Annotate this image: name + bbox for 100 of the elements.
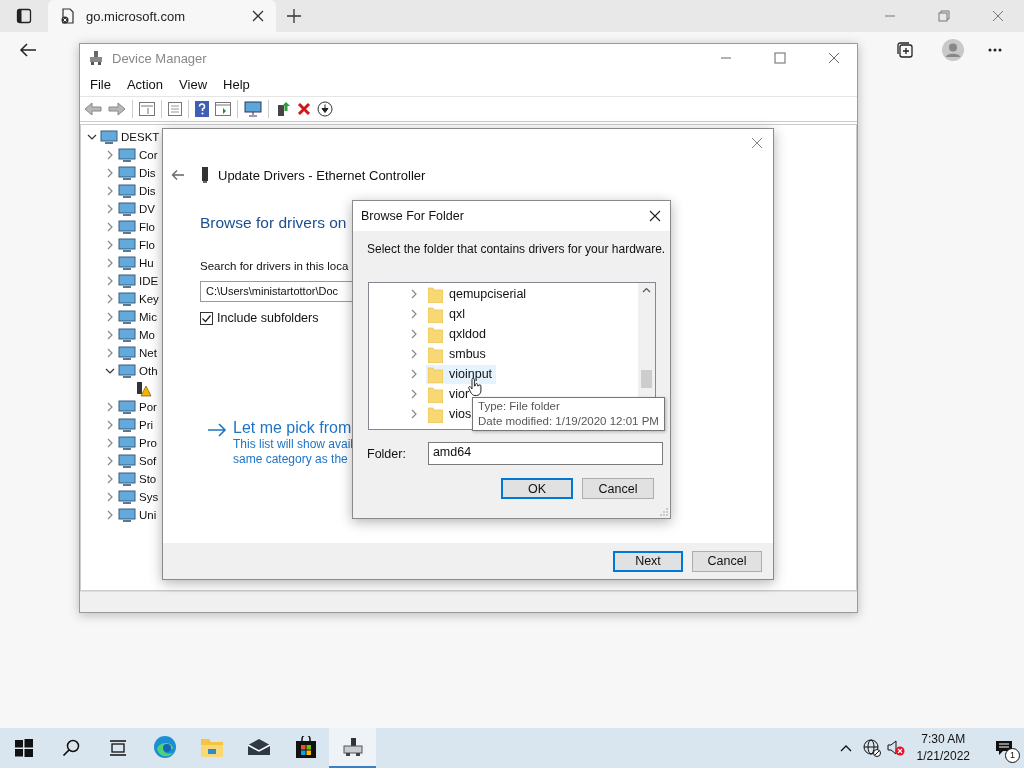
browser-tab[interactable]: go.microsoft.com — [48, 0, 276, 32]
expand-chevron-icon[interactable] — [105, 312, 115, 322]
tree-item[interactable]: Flo — [139, 221, 155, 233]
tree-item[interactable]: IDE — [139, 275, 159, 287]
cancel-button[interactable]: Cancel — [582, 478, 654, 499]
expand-chevron-icon[interactable] — [105, 222, 115, 232]
device-icon — [118, 219, 136, 235]
expand-chevron-icon[interactable] — [105, 258, 115, 268]
profile-avatar-icon[interactable] — [942, 39, 964, 61]
list-icon[interactable] — [168, 102, 182, 116]
expand-chevron-icon[interactable] — [105, 204, 115, 214]
tree-item[interactable]: DESKT — [121, 131, 160, 143]
tree-item[interactable]: Sto — [139, 473, 157, 485]
next-button[interactable]: Next — [613, 550, 683, 572]
download-icon[interactable] — [317, 101, 333, 117]
folder-item[interactable]: qxldod — [426, 324, 490, 344]
taskbar-app[interactable] — [329, 728, 376, 768]
tree-item[interactable]: Sys — [139, 491, 159, 503]
expand-chevron-icon[interactable] — [105, 168, 115, 178]
update-driver-icon[interactable] — [275, 101, 291, 117]
task-view-icon[interactable] — [108, 740, 127, 756]
expand-chevron-icon[interactable] — [105, 402, 115, 412]
expand-chevron-icon[interactable] — [105, 348, 115, 358]
warning-device-icon — [136, 381, 152, 397]
expand-chevron-icon[interactable] — [105, 186, 115, 196]
expand-chevron-icon[interactable] — [105, 456, 115, 466]
tree-item[interactable]: DV — [139, 203, 155, 215]
tree-item[interactable]: Dis — [139, 185, 156, 197]
resize-grip-icon[interactable] — [660, 508, 668, 516]
tree-item[interactable]: Pro — [139, 437, 157, 449]
tree-item[interactable]: Mo — [139, 329, 155, 341]
dialog-title: Browse For Folder — [361, 209, 464, 223]
tree-item[interactable]: Uni — [139, 509, 157, 521]
folder-item[interactable]: qemupciserial — [426, 284, 531, 304]
collapse-chevron-icon[interactable] — [87, 132, 97, 142]
tree-item[interactable]: Por — [139, 401, 157, 413]
expand-chevron-icon[interactable] — [105, 420, 115, 430]
close-icon[interactable] — [649, 210, 661, 222]
expand-chevron-icon[interactable] — [105, 330, 115, 340]
globe-icon[interactable] — [862, 739, 881, 757]
expand-chevron-icon[interactable] — [105, 474, 115, 484]
monitor-icon[interactable] — [244, 101, 262, 117]
tree-item[interactable]: Pri — [139, 419, 154, 431]
back-arrow-icon[interactable] — [19, 42, 37, 58]
tree-item[interactable]: Flo — [139, 239, 155, 251]
delete-icon[interactable] — [297, 102, 311, 116]
maximize-icon[interactable] — [774, 52, 786, 64]
panel-icon[interactable] — [215, 102, 231, 116]
network-adapter-icon — [201, 167, 209, 183]
expand-chevron-icon[interactable] — [105, 240, 115, 250]
checkbox[interactable] — [200, 311, 213, 325]
chevron-up-icon[interactable] — [839, 744, 852, 752]
link[interactable]: Let me pick from — [233, 419, 354, 437]
windows-start-icon[interactable] — [14, 739, 33, 757]
muted-speaker-icon[interactable] — [886, 740, 905, 756]
tree-item[interactable]: Net — [139, 347, 157, 359]
arrow-right-icon[interactable] — [207, 423, 227, 437]
device-icon — [118, 471, 136, 487]
folder-item[interactable]: vioinput — [426, 364, 497, 384]
tab-actions-icon[interactable] — [16, 8, 32, 24]
help-icon[interactable] — [195, 101, 209, 117]
forward-arrow-icon[interactable] — [108, 102, 126, 116]
ok-button[interactable]: OK — [501, 478, 573, 499]
restore-icon[interactable] — [938, 10, 950, 22]
collections-icon[interactable] — [896, 41, 914, 59]
notification-button[interactable]: 1 — [984, 728, 1024, 768]
tree-item[interactable]: Hu — [139, 257, 154, 269]
tree-item[interactable]: Mic — [139, 311, 157, 323]
expand-chevron-icon[interactable] — [105, 492, 115, 502]
more-icon[interactable] — [988, 48, 1002, 52]
clock-time[interactable]: 7:30 AM — [921, 731, 966, 748]
expand-chevron-icon[interactable] — [105, 510, 115, 520]
folder-field[interactable]: amd64 — [427, 442, 663, 465]
folder-icon — [199, 736, 224, 758]
folder-item[interactable]: vios — [426, 404, 476, 424]
search-icon[interactable] — [61, 739, 80, 757]
scroll-up-icon[interactable] — [642, 287, 651, 293]
scroll-thumb[interactable] — [641, 370, 652, 388]
expand-chevron-icon[interactable] — [105, 438, 115, 448]
cancel-button[interactable]: Cancel — [692, 550, 762, 572]
menu-item[interactable]: Help — [215, 74, 258, 94]
menu-item[interactable]: File — [82, 74, 119, 94]
new-tab-icon[interactable] — [286, 8, 302, 24]
tree-item[interactable]: Cor — [139, 149, 158, 161]
expand-chevron-icon[interactable] — [105, 150, 115, 160]
tree-item[interactable]: Key — [139, 293, 159, 305]
tree-item[interactable]: Sof — [139, 455, 157, 467]
menu-item[interactable]: View — [171, 74, 216, 94]
expand-chevron-icon[interactable] — [105, 294, 115, 304]
path-field[interactable]: C:\Users\ministartottor\Doc — [200, 281, 352, 302]
menu-item[interactable]: Action — [118, 74, 172, 94]
expand-chevron-icon[interactable] — [105, 276, 115, 286]
collapse-chevron-icon[interactable] — [105, 366, 115, 376]
clock-date[interactable]: 1/21/2022 — [916, 748, 970, 765]
properties-icon[interactable] — [139, 102, 155, 116]
folder-item[interactable]: qxl — [426, 304, 469, 324]
tree-item[interactable]: Oth — [139, 365, 158, 377]
folder-item[interactable]: smbus — [426, 344, 490, 364]
tree-item[interactable]: Dis — [139, 167, 156, 179]
close-icon[interactable] — [252, 10, 264, 22]
